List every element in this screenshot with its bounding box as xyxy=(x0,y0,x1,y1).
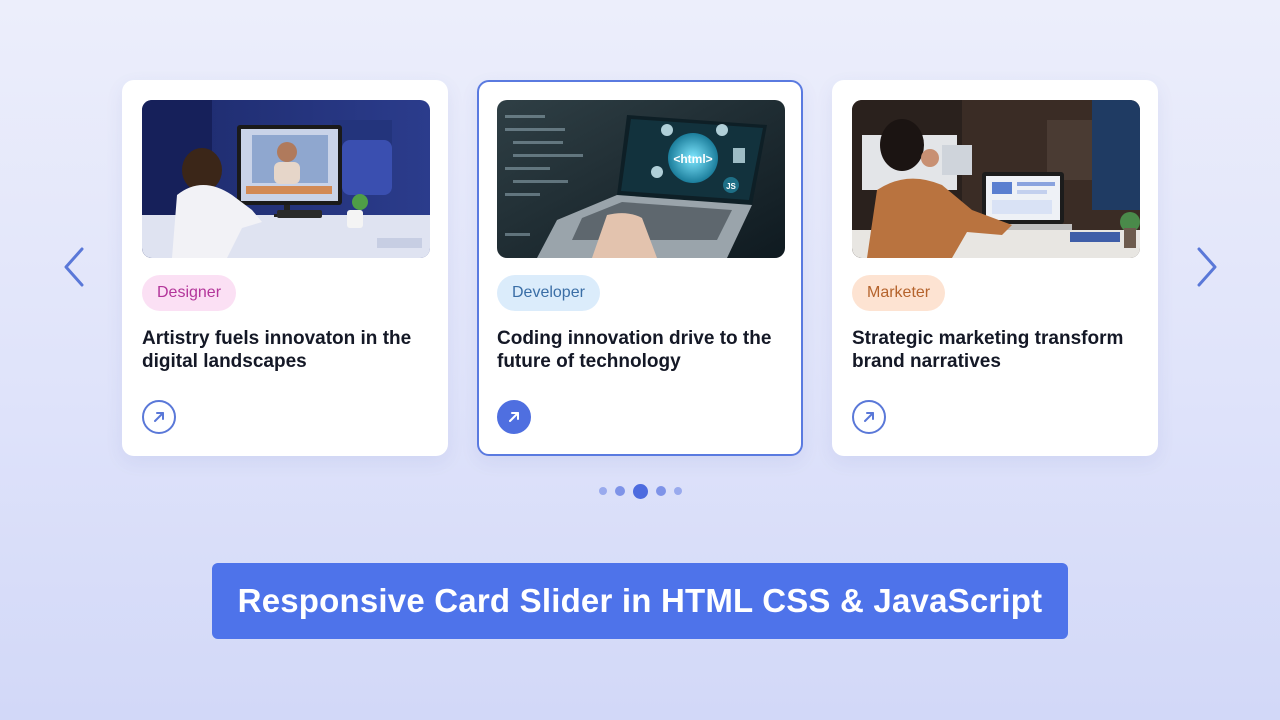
pagination-dot[interactable] xyxy=(673,487,682,495)
designer-workspace-photo xyxy=(142,100,430,258)
category-badge: Designer xyxy=(142,275,237,311)
card-image xyxy=(852,100,1140,258)
arrow-up-right-icon xyxy=(509,412,519,422)
card-title: Strategic marketing transform brand narr… xyxy=(852,328,1124,372)
card-title: Artistry fuels innovaton in the digital … xyxy=(142,328,412,372)
laptop-html-photo: <html> JS xyxy=(497,100,785,258)
pagination-dot[interactable] xyxy=(614,486,625,496)
card-title: Coding innovation drive to the future of… xyxy=(497,328,772,372)
category-badge: Developer xyxy=(497,275,600,311)
card-marketer[interactable]: Marketer Strategic marketing transform b… xyxy=(832,80,1158,456)
title-banner: Responsive Card Slider in HTML CSS & Jav… xyxy=(212,563,1068,639)
category-badge: Marketer xyxy=(852,275,946,311)
card-designer[interactable]: Designer Artistry fuels innovaton in the… xyxy=(122,80,448,456)
card-image: <html> JS xyxy=(497,100,785,258)
pagination-dot[interactable] xyxy=(655,486,666,496)
html-tag-text: <html> xyxy=(673,152,712,166)
arrow-up-right-icon xyxy=(864,412,874,422)
banner-title: Responsive Card Slider in HTML CSS & Jav… xyxy=(237,582,1043,619)
arrow-up-right-icon xyxy=(154,412,164,422)
card-link-button[interactable] xyxy=(142,400,176,434)
card-link-button[interactable] xyxy=(852,400,886,434)
prev-slide-button[interactable] xyxy=(53,245,97,289)
card-slider: Designer Artistry fuels innovaton in the… xyxy=(0,0,1280,520)
card-link-button[interactable] xyxy=(497,400,531,434)
card-developer[interactable]: <html> JS Developer Coding innovation dr… xyxy=(477,80,803,456)
chevron-right-icon xyxy=(1197,247,1217,287)
pagination-dots xyxy=(0,482,1280,500)
marketer-office-photo xyxy=(852,100,1140,258)
chevron-left-icon xyxy=(64,247,84,287)
card-image xyxy=(142,100,430,258)
pagination-dot[interactable] xyxy=(598,487,607,495)
js-badge-text: JS xyxy=(726,182,736,191)
pagination-dot-active[interactable] xyxy=(632,483,648,499)
next-slide-button[interactable] xyxy=(1184,245,1228,289)
